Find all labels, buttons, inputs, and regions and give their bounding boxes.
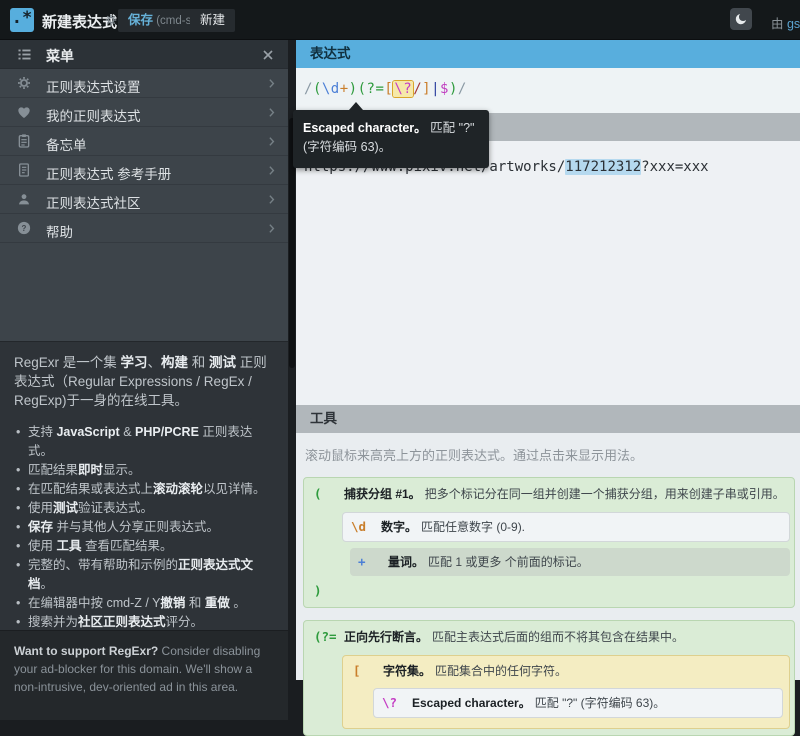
explain-desc: 把多个标记分在同一组并创建一个捕获分组，用来创建子串或引用。 — [425, 487, 785, 501]
explain-desc: 匹配 "?" (字符编码 63)。 — [535, 696, 666, 710]
expression-value[interactable]: /(\d+)(?=[\?/]|$)/ — [304, 81, 467, 97]
expression-header: 表达式 — [296, 40, 800, 68]
menu-title: 菜单 — [46, 46, 74, 66]
explain-label: Escaped character。 — [412, 696, 531, 710]
about-intro: RegExr 是一个集 学习、构建 和 测试 正则表达式（Regular Exp… — [14, 353, 274, 410]
about-panel: RegExr 是一个集 学习、构建 和 测试 正则表达式（Regular Exp… — [0, 341, 288, 630]
feature-item: 保存 并与其他人分享正则表达式。 — [14, 518, 274, 537]
top-bar: .* 新建表达式 保存 (cmd-s) 新建 由 gskin — [0, 0, 800, 40]
explain-charset-box[interactable]: [ 字符集。匹配集合中的任何字符。 \? Escaped character。匹… — [342, 655, 790, 729]
sidebar-item-community[interactable]: 正则表达式社区 — [0, 185, 288, 214]
sidebar-item-label: 我的正则表达式 — [46, 105, 141, 125]
help-icon: ? — [16, 220, 32, 236]
feature-item: 在编辑器中按 cmd-Z / Y撤销 和 重做 。 — [14, 594, 274, 613]
sidebar-item-label: 备忘单 — [46, 134, 87, 154]
save-shortcut-hint: (cmd-s) — [153, 15, 195, 27]
sidebar-item-label: 正则表达式 参考手册 — [46, 163, 171, 183]
new-button[interactable]: 新建 — [190, 9, 235, 32]
explain-row-group-close[interactable]: ) — [314, 582, 790, 600]
explain-lookahead-box[interactable]: (?= 正向先行断言。匹配主表达式后面的组而不将其包含在结果中。 [ 字符集。匹… — [303, 620, 795, 736]
author-byline: 由 gskin — [771, 13, 800, 32]
chevron-right-icon — [265, 106, 278, 119]
sidebar-item-label: 帮助 — [46, 221, 73, 241]
reference-icon — [16, 162, 32, 178]
explain-row-lookahead[interactable]: (?= 正向先行断言。匹配主表达式后面的组而不将其包含在结果中。 — [314, 627, 790, 649]
feature-item: 使用测试验证表达式。 — [14, 499, 274, 518]
explain-label: 数字。 — [381, 520, 417, 534]
explain-quantifier-box[interactable]: + 量词。匹配 1 或更多 个前面的标记。 — [350, 548, 790, 576]
feature-item: 匹配结果即时显示。 — [14, 461, 274, 480]
explain-row-group[interactable]: ( 捕获分组 #1。把多个标记分在同一组并创建一个捕获分组，用来创建子串或引用。 — [314, 484, 790, 506]
close-icon — [260, 47, 276, 63]
explain-escaped-char-box[interactable]: \? Escaped character。匹配 "?" (字符编码 63)。 — [373, 688, 783, 718]
explain-desc: 匹配任意数字 (0-9). — [421, 520, 525, 534]
community-icon — [16, 191, 32, 207]
token-escaped-question: \? — [382, 694, 406, 712]
feature-item: 支持 JavaScript & PHP/PCRE 正则表达式。 — [14, 423, 274, 461]
heart-icon — [16, 104, 32, 120]
explain-digit-box[interactable]: \d 数字。匹配任意数字 (0-9). — [342, 512, 790, 542]
feature-item: 在匹配结果或表达式上滚动滚轮以见详情。 — [14, 480, 274, 499]
sidebar-item-label: 正则表达式设置 — [46, 76, 141, 96]
moon-icon — [734, 12, 748, 26]
feature-item: 完整的、带有帮助和示例的正则表达式文档。 — [14, 556, 274, 594]
token-open-paren: ( — [314, 485, 338, 503]
feature-list: 支持 JavaScript & PHP/PCRE 正则表达式。 匹配结果即时显示… — [14, 423, 274, 632]
menu-close-button[interactable] — [260, 47, 276, 63]
sidebar-item-cheatsheet[interactable]: 备忘单 — [0, 127, 288, 156]
explain-label: 捕获分组 #1。 — [344, 487, 421, 501]
text-editor[interactable]: https://www.pixiv.net/artworks/117212312… — [296, 141, 800, 405]
explain-desc: 匹配集合中的任何字符。 — [435, 664, 567, 678]
dark-mode-toggle[interactable] — [730, 8, 752, 30]
explain-label: 正向先行断言。 — [344, 630, 428, 644]
chevron-right-icon — [265, 222, 278, 235]
token-close-paren: ) — [314, 583, 322, 598]
sidebar: 菜单 正则表达式设置 我的正则表达式 备忘单 — [0, 40, 288, 680]
expression-settings-gear-icon[interactable] — [104, 13, 118, 27]
chevron-right-icon — [265, 77, 278, 90]
menu-list-icon — [16, 46, 33, 63]
token-tooltip: Escaped character。 匹配 "?" (字符编码 63)。 — [293, 110, 489, 168]
token-plus-quantifier: + — [358, 553, 382, 571]
sidebar-item-help[interactable]: ? 帮助 — [0, 214, 288, 243]
explain-desc: 匹配主表达式后面的组而不将其包含在结果中。 — [432, 630, 684, 644]
sidebar-item-label: 正则表达式社区 — [46, 192, 141, 212]
sidebar-item-settings[interactable]: 正则表达式设置 — [0, 69, 288, 98]
tools-hint: 滚动鼠标来高亮上方的正则表达式。通过点击来显示用法。 — [305, 445, 794, 464]
explain-label: 字符集。 — [383, 664, 431, 678]
save-label: 保存 — [128, 13, 153, 27]
author-link[interactable]: gskin — [787, 17, 800, 31]
sidebar-item-my-patterns[interactable]: 我的正则表达式 — [0, 98, 288, 127]
feature-item: 使用 工具 查看匹配结果。 — [14, 537, 274, 556]
token-open-bracket: [ — [353, 662, 377, 680]
explain-group-box[interactable]: ( 捕获分组 #1。把多个标记分在同一组并创建一个捕获分组，用来创建子串或引用。… — [303, 477, 795, 608]
menu-panel: 菜单 正则表达式设置 我的正则表达式 备忘单 — [0, 40, 288, 341]
chevron-right-icon — [265, 135, 278, 148]
menu-header: 菜单 — [0, 40, 288, 69]
ad-notice: Want to support RegExr? Consider disabli… — [0, 630, 288, 720]
gear-icon — [16, 75, 32, 91]
tools-panel: 滚动鼠标来高亮上方的正则表达式。通过点击来显示用法。 ( 捕获分组 #1。把多个… — [296, 433, 800, 680]
sidebar-item-reference[interactable]: 正则表达式 参考手册 — [0, 156, 288, 185]
chevron-right-icon — [265, 193, 278, 206]
chevron-right-icon — [265, 164, 278, 177]
token-digit-class: \d — [351, 518, 375, 536]
cheatsheet-icon — [16, 133, 32, 149]
regexr-logo[interactable]: .* — [10, 8, 34, 32]
token-lookahead: (?= — [314, 628, 338, 646]
expression-editor[interactable]: /(\d+)(?=[\?/]|$)/ — [296, 68, 800, 113]
svg-text:?: ? — [22, 224, 27, 233]
explain-desc: 匹配 1 或更多 个前面的标记。 — [428, 555, 589, 569]
explain-label: 量词。 — [388, 555, 424, 569]
tools-header: 工具 — [296, 405, 800, 433]
